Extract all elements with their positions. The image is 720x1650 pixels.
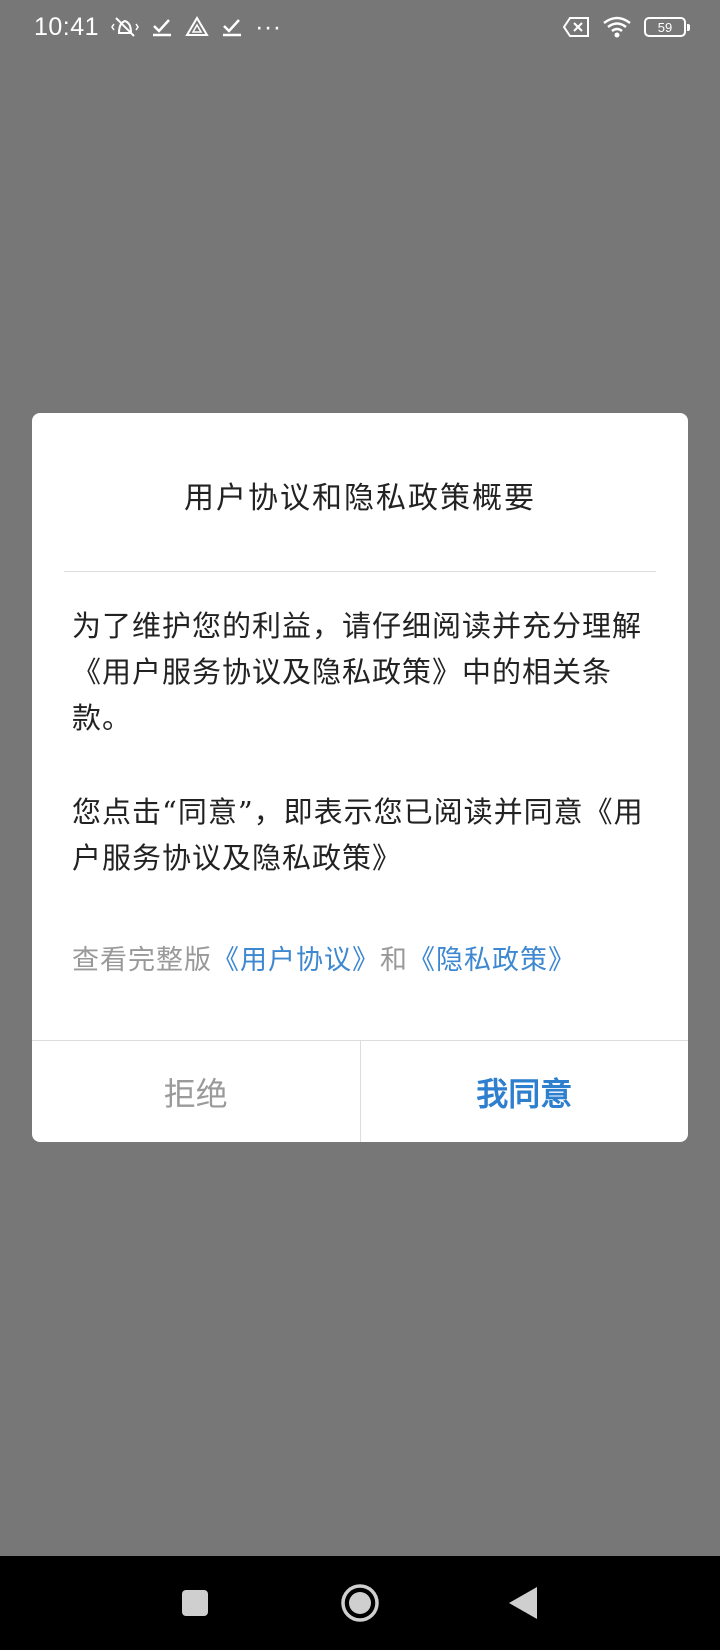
dialog-paragraph-1: 为了维护您的利益，请仔细阅读并充分理解《用户服务协议及隐私政策》中的相关条款。	[72, 609, 643, 735]
agree-button[interactable]: 我同意	[361, 1041, 689, 1142]
more-notifications-icon: ···	[255, 12, 282, 41]
links-conjunction: 和	[380, 945, 408, 976]
no-sim-icon	[562, 16, 590, 38]
home-button[interactable]	[315, 1556, 405, 1650]
vibrate-muted-icon	[111, 15, 139, 39]
dialog-title: 用户协议和隐私政策概要	[184, 481, 536, 516]
status-bar: 10:41 ··· 59	[0, 0, 720, 54]
full-version-links: 查看完整版《用户协议》和《隐私政策》	[72, 941, 662, 981]
title-divider	[64, 571, 656, 572]
dialog-button-row: 拒绝 我同意	[32, 1040, 688, 1142]
links-prefix: 查看完整版	[72, 945, 212, 976]
battery-icon: 59	[644, 17, 690, 37]
back-icon	[509, 1587, 537, 1619]
navigation-bar	[0, 1556, 720, 1650]
status-right: 59	[562, 15, 690, 39]
user-agreement-link[interactable]: 《用户协议》	[212, 945, 380, 976]
drive-icon	[185, 16, 209, 38]
check-icon	[151, 16, 173, 38]
reject-button[interactable]: 拒绝	[32, 1041, 361, 1142]
privacy-policy-link[interactable]: 《隐私政策》	[408, 945, 576, 976]
wifi-icon	[602, 15, 632, 39]
status-left: 10:41 ···	[34, 13, 282, 42]
home-icon	[341, 1584, 379, 1622]
check-icon	[221, 16, 243, 38]
dialog-paragraph-2: 您点击“同意”，即表示您已阅读并同意《用户服务协议及隐私政策》	[72, 795, 644, 875]
status-time: 10:41	[34, 12, 100, 41]
recents-icon	[182, 1590, 208, 1616]
back-button[interactable]	[478, 1556, 568, 1650]
privacy-dialog: 用户协议和隐私政策概要 为了维护您的利益，请仔细阅读并充分理解《用户服务协议及隐…	[32, 413, 688, 1142]
screen: 10:41 ··· 59 用户协议和隐私政策概要 为了维护您的利益，请仔细阅读并…	[0, 0, 720, 1650]
recents-button[interactable]	[150, 1556, 240, 1650]
